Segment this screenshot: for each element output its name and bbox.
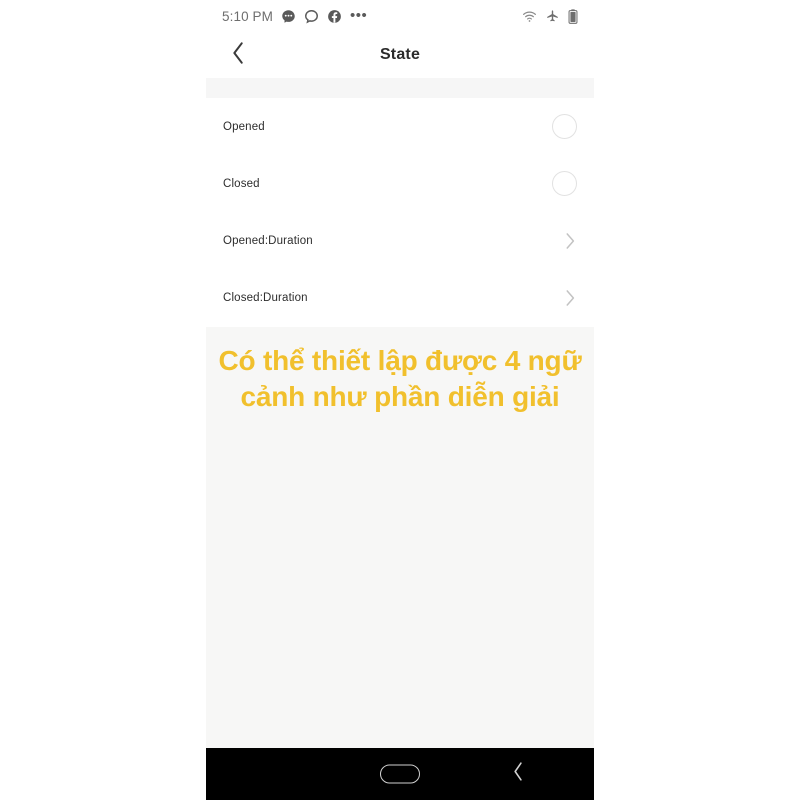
radio-button-closed[interactable] xyxy=(552,171,577,196)
list-item-opened[interactable]: Opened xyxy=(206,98,594,155)
section-spacer-band xyxy=(206,78,594,98)
status-bar-left: 5:10 PM ••• xyxy=(222,7,368,24)
list-item-opened-duration[interactable]: Opened:Duration xyxy=(206,212,594,269)
phone-screen: 5:10 PM ••• State Opened Closed Opened:D… xyxy=(206,0,594,800)
list-item-label: Closed xyxy=(223,177,260,190)
status-bar: 5:10 PM ••• xyxy=(206,0,594,32)
wifi-icon xyxy=(522,10,537,23)
facebook-icon xyxy=(327,9,342,24)
status-bar-right xyxy=(522,8,578,24)
list-item-closed-duration[interactable]: Closed:Duration xyxy=(206,269,594,326)
chevron-left-icon xyxy=(512,761,525,787)
nav-home-button[interactable] xyxy=(380,764,420,784)
list-item-label: Closed:Duration xyxy=(223,291,308,304)
list-item-label: Opened xyxy=(223,120,265,133)
state-options-list: Opened Closed Opened:Duration Closed:Dur… xyxy=(206,98,594,327)
nav-back-button[interactable] xyxy=(506,762,530,786)
chevron-right-icon xyxy=(563,289,577,307)
list-item-closed[interactable]: Closed xyxy=(206,155,594,212)
messenger-chat-icon xyxy=(281,9,296,24)
annotation-panel: Có thể thiết lập được 4 ngữ cảnh như phầ… xyxy=(206,327,594,748)
page-title: State xyxy=(379,46,421,63)
screenshot-canvas: 5:10 PM ••• State Opened Closed Opened:D… xyxy=(0,0,800,800)
chevron-right-icon xyxy=(563,232,577,250)
list-item-label: Opened:Duration xyxy=(223,234,313,247)
radio-button-opened[interactable] xyxy=(552,114,577,139)
app-title-bar: State xyxy=(206,32,594,78)
annotation-text: Có thể thiết lập được 4 ngữ cảnh như phầ… xyxy=(218,345,582,412)
android-nav-bar xyxy=(206,748,594,800)
status-clock: 5:10 PM xyxy=(222,8,273,24)
zalo-icon xyxy=(304,9,319,24)
airplane-mode-icon xyxy=(546,9,559,23)
more-dots-icon: ••• xyxy=(349,7,368,24)
battery-icon xyxy=(568,8,578,24)
